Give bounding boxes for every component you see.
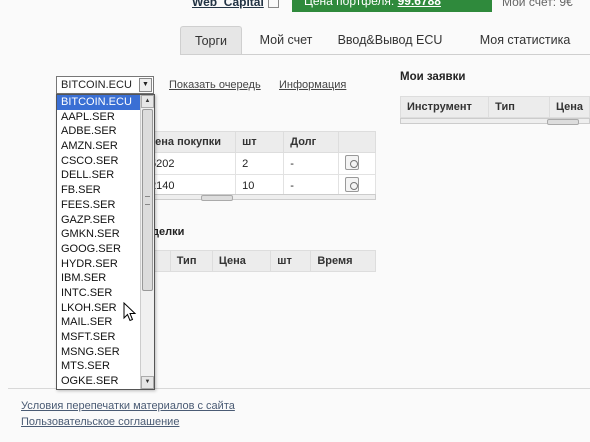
scroll-up-icon[interactable]: ▲ — [141, 95, 154, 108]
user-link[interactable]: Web_Capital — [192, 0, 264, 9]
scroll-thumb[interactable] — [547, 119, 579, 125]
listbox-option[interactable]: MSNG.SER — [57, 345, 141, 360]
tab-deposit-withdraw[interactable]: Ввод&Вывод ECU — [330, 26, 450, 54]
holdings-scrollbar[interactable] — [140, 194, 376, 201]
table-row: .5202 2 - — [139, 152, 376, 175]
listbox-option[interactable]: ADBE.SER — [57, 124, 141, 139]
col-time: Время — [310, 250, 376, 272]
details-icon[interactable] — [345, 176, 360, 192]
deals-title: делки — [152, 226, 185, 238]
portfolio-value[interactable]: 99.6788 — [398, 0, 441, 8]
scroll-thumb[interactable] — [142, 109, 153, 291]
col-price: Цена — [548, 96, 590, 118]
listbox-option[interactable]: HYDR.SER — [57, 257, 141, 272]
cell-action — [338, 152, 376, 175]
mouse-cursor-icon — [123, 302, 137, 322]
listbox-option[interactable]: MTS.SER — [57, 359, 141, 374]
table-header-row: Инструмент Тип Цена — [399, 96, 590, 118]
reprint-terms-link[interactable]: Условия перепечатки материалов с сайта — [21, 400, 235, 412]
tab-my-account[interactable]: Мой счет — [246, 26, 326, 54]
user-agreement-link[interactable]: Пользовательское соглашение — [21, 416, 179, 428]
account-info: Мой счет: 9€ — [502, 0, 573, 9]
listbox-option[interactable]: CSCO.SER — [57, 154, 141, 169]
instrument-select-value: BITCOIN.ECU — [61, 79, 132, 91]
tab-trading[interactable]: Торги — [180, 26, 242, 55]
tab-divider — [180, 54, 590, 55]
table-header-row: Цена покупки шт Долг — [139, 131, 376, 153]
show-queue-link[interactable]: Показать очередь — [169, 79, 261, 91]
grip-icon — [145, 196, 150, 205]
listbox-scrollbar[interactable]: ▲ ▼ — [140, 95, 154, 389]
portfolio-bar: Цена портфеля: 99.6788 — [292, 0, 492, 12]
cell-debt: - — [283, 152, 340, 175]
listbox-option[interactable]: FEES.SER — [57, 198, 141, 213]
instrument-select[interactable]: BITCOIN.ECU ▼ — [56, 76, 154, 94]
chevron-down-icon[interactable]: ▼ — [139, 78, 152, 92]
col-debt: Долг — [283, 131, 340, 153]
listbox-option[interactable]: BITCOIN.ECU — [57, 95, 141, 110]
listbox-option[interactable]: IBM.SER — [57, 271, 141, 286]
holdings-table: Цена покупки шт Долг .5202 2 - .2140 10 … — [139, 131, 376, 197]
col-actions — [338, 131, 376, 153]
listbox-option[interactable]: AMZN.SER — [57, 139, 141, 154]
details-icon[interactable] — [345, 154, 360, 170]
deals-table: Тип Цена шт Время — [140, 250, 376, 272]
scroll-thumb[interactable] — [201, 195, 233, 201]
listbox-option[interactable]: DELL.SER — [57, 168, 141, 183]
orders-scrollbar[interactable] — [400, 118, 590, 125]
cell-qty: 2 — [235, 152, 285, 175]
header-strip: Web_Capital Цена портфеля: 99.6788 Мой с… — [0, 0, 590, 16]
listbox-option[interactable]: INTC.SER — [57, 286, 141, 301]
tab-my-stats[interactable]: Моя статистика — [462, 26, 588, 54]
external-link-icon[interactable] — [268, 0, 279, 8]
col-type: Тип — [169, 250, 213, 272]
portfolio-label: Цена портфеля: — [304, 0, 395, 8]
listbox-option[interactable]: GAZP.SER — [57, 213, 141, 228]
orders-table: Инструмент Тип Цена — [399, 96, 590, 118]
listbox-options: BITCOIN.ECU AAPL.SER ADBE.SER AMZN.SER CSCO.… — [57, 95, 141, 389]
col-qty: шт — [270, 250, 312, 272]
col-qty: шт — [235, 131, 285, 153]
listbox-option[interactable]: GOOG.SER — [57, 242, 141, 257]
listbox-option[interactable]: FB.SER — [57, 183, 141, 198]
listbox-option[interactable]: GMKN.SER — [57, 227, 141, 242]
orders-title: Мои заявки — [400, 71, 466, 83]
listbox-option[interactable]: MSFT.SER — [57, 330, 141, 345]
instrument-listbox[interactable]: BITCOIN.ECU AAPL.SER ADBE.SER AMZN.SER CSCO.… — [56, 94, 155, 390]
listbox-option[interactable]: AAPL.SER — [57, 110, 141, 125]
table-header-row: Тип Цена шт Время — [140, 250, 376, 272]
listbox-option[interactable]: OGKE.SER — [57, 374, 141, 389]
col-price: Цена — [211, 250, 272, 272]
info-link[interactable]: Информация — [279, 79, 346, 91]
scroll-down-icon[interactable]: ▼ — [141, 376, 154, 389]
col-instrument: Инструмент — [399, 96, 490, 118]
col-type: Тип — [488, 96, 550, 118]
